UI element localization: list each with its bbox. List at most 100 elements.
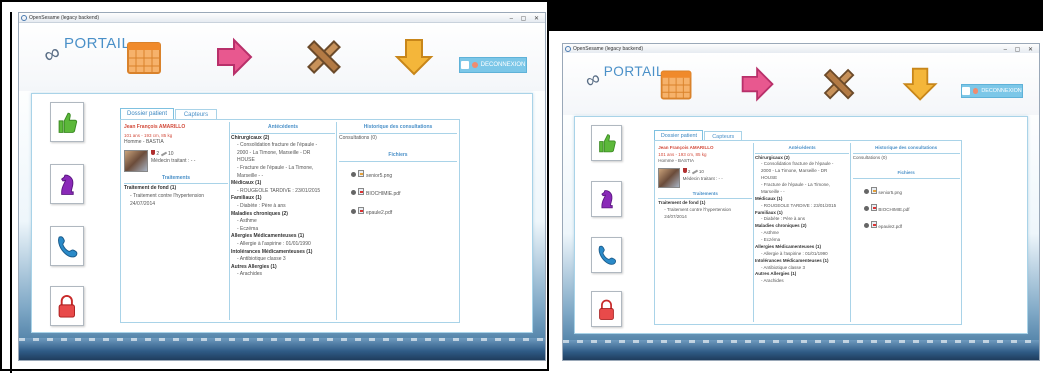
antecedent-category: Familiaux (1) — [231, 195, 262, 202]
cigarette-icon — [691, 169, 698, 175]
history-header: Historique des consultations — [852, 145, 960, 154]
cigarette-count: 10 — [698, 168, 704, 174]
file-item[interactable]: epaule2.pdf — [863, 220, 960, 231]
image-file-icon — [870, 186, 877, 194]
logo-text: PORTAIL — [603, 63, 664, 79]
stethoscope-icon: ∞ — [581, 67, 604, 94]
disconnect-button[interactable]: DECONNEXION — [459, 57, 527, 73]
logout-icon — [972, 88, 979, 95]
history-column: Historique des consultations Consultatio… — [339, 124, 457, 319]
antecedent-category: Intolérances Médicamenteuses (1) — [755, 257, 829, 263]
treatments-header: Traitements — [658, 191, 753, 200]
consultations-count: Consultations (0) — [852, 154, 887, 160]
app-window-large: OpenSesame (legacy backend) – ▢ ✕ ∞ PORT… — [18, 12, 546, 361]
column-divider — [850, 142, 852, 322]
treatment-item: - Traitement contre l'hypertension — [130, 192, 205, 199]
padlock-icon[interactable] — [50, 286, 84, 326]
window-title: OpenSesame (legacy backend) — [573, 46, 644, 52]
arrow-right-icon[interactable] — [739, 66, 775, 102]
antecedent-item: - Fracture de l'épaule - La Timone, — [761, 182, 830, 187]
file-list: senior5.png BIOCHIMIE.pdf epaule2.pdf — [339, 169, 457, 218]
tools-icon[interactable] — [304, 37, 344, 77]
treatments-header: Traitements — [124, 175, 228, 185]
treatment-date: 24/07/2014 — [130, 200, 156, 207]
wine-icon — [151, 149, 155, 155]
file-name[interactable]: epaule2.pdf — [878, 224, 902, 229]
disconnect-label: DECONNEXION — [981, 88, 1022, 95]
title-bar: OpenSesame (legacy backend) – ▢ ✕ — [19, 13, 545, 23]
treatment-date: 24/07/2014 — [664, 214, 687, 220]
antecedent-category: Chirurgicaux (2) — [231, 134, 270, 141]
antecedent-item: - Consolidation fracture de l'épaule - — [237, 142, 318, 149]
antecedent-category: Autres Allergies (1) — [231, 263, 277, 270]
app-icon — [565, 46, 571, 52]
file-item[interactable]: BIOCHIMIE.pdf — [351, 188, 457, 199]
file-item[interactable]: senior5.png — [351, 169, 457, 181]
patient-summary: 2 10 Médecin traitant : - - — [124, 149, 228, 172]
antecedent-item: - Asthme — [237, 218, 257, 225]
antecedent-item: - Consolidation fracture de l'épaule - — [761, 161, 834, 167]
image-file-icon — [358, 169, 364, 177]
chess-knight-icon[interactable] — [591, 180, 622, 217]
file-item[interactable]: BIOCHIMIE.pdf — [863, 203, 960, 214]
eye-icon[interactable] — [863, 222, 869, 228]
phone-icon[interactable] — [591, 236, 622, 274]
antecedent-category: Autres Allergies (1) — [755, 271, 797, 277]
antecedent-item: HOUSE — [761, 175, 778, 181]
antecedent-category: Chirurgicaux (2) — [755, 154, 790, 160]
file-name[interactable]: senior5.png — [878, 190, 902, 195]
stethoscope-icon: ∞ — [39, 38, 65, 69]
eye-icon[interactable] — [351, 208, 356, 214]
file-name[interactable]: BIOCHIMIE.pdf — [878, 207, 909, 212]
antecedent-category: Allergies Médicamenteuses (1) — [231, 233, 305, 240]
antecedent-category: Intolérances Médicamenteuses (1) — [231, 248, 313, 255]
file-item[interactable]: epaule2.pdf — [351, 206, 457, 218]
arrow-down-icon[interactable] — [394, 37, 434, 77]
sea-background — [563, 340, 1039, 360]
calendar-icon[interactable] — [658, 66, 694, 102]
thumbs-up-icon[interactable] — [591, 124, 622, 161]
file-name[interactable]: senior5.png — [366, 173, 392, 179]
padlock-icon[interactable] — [591, 291, 622, 328]
eye-icon[interactable] — [863, 188, 869, 194]
eye-icon[interactable] — [351, 190, 356, 196]
file-name[interactable]: BIOCHIMIE.pdf — [366, 191, 400, 197]
patient-summary: 2 10 Médecin traitant : - - — [658, 167, 752, 188]
doctor-label: Médecin traitant : - - — [682, 175, 723, 181]
chess-knight-icon[interactable] — [50, 164, 84, 204]
antecedent-item: - Asthme — [761, 230, 779, 236]
antecedents-column: Antécédents Chirurgicaux (2) - Consolidat… — [231, 124, 335, 319]
wine-count: 2 — [687, 168, 691, 174]
disconnect-button[interactable]: DECONNEXION — [961, 83, 1023, 99]
pdf-file-icon — [358, 188, 364, 196]
tools-icon[interactable] — [821, 66, 857, 102]
patient-name: Jean François AMARILLO — [124, 124, 186, 130]
patient-photo — [124, 149, 148, 172]
calendar-icon[interactable] — [124, 37, 164, 77]
phone-icon[interactable] — [50, 226, 84, 266]
antecedent-item: - Allergie à l'aspirine : 01/01/1990 — [237, 240, 311, 247]
patient-column: Jean François AMARILLO 101 ans - 193 cm,… — [124, 124, 228, 319]
eye-icon[interactable] — [351, 171, 356, 177]
treatment-title: Traitement de fond (1) — [124, 185, 177, 192]
antecedent-category: Médicaux (1) — [231, 180, 262, 187]
patient-details: 101 ans - 193 cm, 85 kg — [124, 132, 173, 138]
arrow-down-icon[interactable] — [902, 66, 939, 102]
header: ∞ PORTAIL DECONNEXION — [563, 53, 1039, 115]
antecedent-item: - ROUGEOLE TARDIVE : 23/01/2015 — [761, 202, 837, 208]
file-name[interactable]: epaule2.pdf — [366, 210, 392, 216]
antecedent-item: - Allergie à l'aspirine : 01/01/1990 — [761, 250, 828, 256]
pdf-file-icon — [358, 206, 364, 214]
thumbs-up-icon[interactable] — [50, 102, 84, 142]
arrow-right-icon[interactable] — [214, 37, 254, 77]
wine-icon — [682, 167, 687, 173]
eye-icon[interactable] — [863, 205, 869, 211]
wine-count: 2 — [156, 150, 160, 157]
portail-logo[interactable]: ∞ PORTAIL — [581, 58, 667, 94]
patient-photo — [658, 167, 680, 188]
antecedents-header: Antécédents — [755, 145, 850, 154]
antecedent-item: - Fracture de l'épaule - La Timone, — [237, 164, 314, 171]
portail-logo[interactable]: ∞ PORTAIL — [39, 29, 134, 69]
disconnect-label: DECONNEXION — [480, 62, 526, 68]
file-item[interactable]: senior5.png — [863, 186, 960, 197]
